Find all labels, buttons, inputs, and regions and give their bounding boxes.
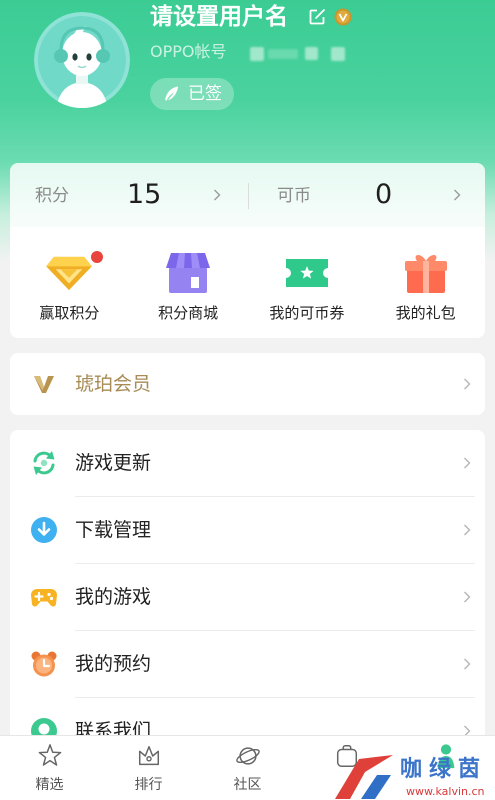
tab-label: 精选 (35, 777, 64, 793)
tab-ranking[interactable]: 排行 (99, 736, 198, 800)
amber-membership-entry[interactable]: 琥珀会员 (10, 353, 485, 415)
shortcut-label: 积分商城 (158, 304, 219, 322)
shortcut-points-mall[interactable]: 积分商城 (129, 227, 248, 338)
watermark-logo (333, 752, 395, 800)
shortcut-label: 我的礼包 (395, 304, 456, 322)
menu-item-my-games[interactable]: 我的游戏 (10, 564, 485, 631)
obscured-account-number (250, 47, 264, 61)
obscured-account-number (268, 49, 298, 59)
chevron-right-icon (463, 524, 471, 536)
shortcut-grid: 赢取积分 积分商城 我的可币券 我的礼包 (10, 227, 485, 338)
points-value: 15 (127, 179, 162, 210)
points-entry[interactable]: 积分 15 (10, 163, 248, 227)
chevron-right-icon (213, 189, 221, 201)
menu-item-label: 下载管理 (75, 519, 152, 541)
tab-community[interactable]: 社区 (198, 736, 297, 800)
tab-label: 排行 (134, 777, 163, 793)
store-icon (129, 251, 248, 295)
edit-icon[interactable] (308, 8, 326, 26)
chevron-right-icon (463, 378, 471, 390)
points-label: 积分 (35, 186, 69, 206)
notification-dot (91, 251, 103, 263)
sign-in-label: 已签 (188, 84, 222, 104)
ticket-icon (248, 251, 367, 295)
star-icon (0, 743, 99, 769)
refresh-icon (30, 449, 58, 477)
obscured-account-number (305, 47, 318, 60)
gamepad-icon (30, 583, 58, 611)
amber-v-icon (33, 373, 55, 395)
alarm-clock-icon (30, 650, 58, 678)
gift-icon (366, 251, 485, 295)
menu-item-download-manager[interactable]: 下载管理 (10, 497, 485, 564)
feather-icon (162, 85, 180, 103)
coins-label: 可币 (277, 186, 311, 206)
chevron-right-icon (463, 591, 471, 603)
account-label: OPPO帐号 (150, 42, 227, 61)
wallet-row: 积分 15 可币 0 (10, 163, 485, 227)
menu-item-game-updates[interactable]: 游戏更新 (10, 430, 485, 497)
chevron-right-icon (453, 189, 461, 201)
obscured-account-number (331, 47, 345, 61)
amber-membership-label: 琥珀会员 (75, 373, 152, 395)
coins-value: 0 (375, 179, 393, 210)
menu-item-my-reservations[interactable]: 我的预约 (10, 631, 485, 698)
shortcut-gift-packs[interactable]: 我的礼包 (366, 227, 485, 338)
menu-item-label: 我的预约 (75, 653, 152, 675)
sign-in-button[interactable]: 已签 (150, 78, 234, 110)
avatar-cartoon-icon (34, 12, 130, 108)
shortcut-label: 赢取积分 (39, 304, 100, 322)
chevron-right-icon (463, 457, 471, 469)
tab-featured[interactable]: 精选 (0, 736, 99, 800)
wallet-card: 积分 15 可币 0 赢取积分 积分商城 我的可币券 我的礼包 (10, 163, 485, 338)
shortcut-label: 我的可币券 (269, 304, 345, 322)
menu-item-label: 我的游戏 (75, 586, 152, 608)
crown-icon (99, 743, 198, 769)
planet-icon (198, 743, 297, 769)
shortcut-coin-vouchers[interactable]: 我的可币券 (248, 227, 367, 338)
coins-entry[interactable]: 可币 0 (249, 163, 485, 227)
diamond-icon (10, 251, 129, 295)
username[interactable]: 请设置用户名 (150, 2, 288, 32)
menu-item-label: 游戏更新 (75, 452, 152, 474)
shortcut-earn-points[interactable]: 赢取积分 (10, 227, 129, 338)
watermark-name: 咖绿茵 (400, 757, 488, 782)
chevron-right-icon (463, 658, 471, 670)
vip-v-badge-icon[interactable] (334, 8, 352, 26)
avatar[interactable] (34, 12, 130, 108)
watermark-url: www.kalvin.cn (406, 785, 485, 798)
tab-label: 社区 (233, 777, 262, 793)
download-icon (30, 516, 58, 544)
